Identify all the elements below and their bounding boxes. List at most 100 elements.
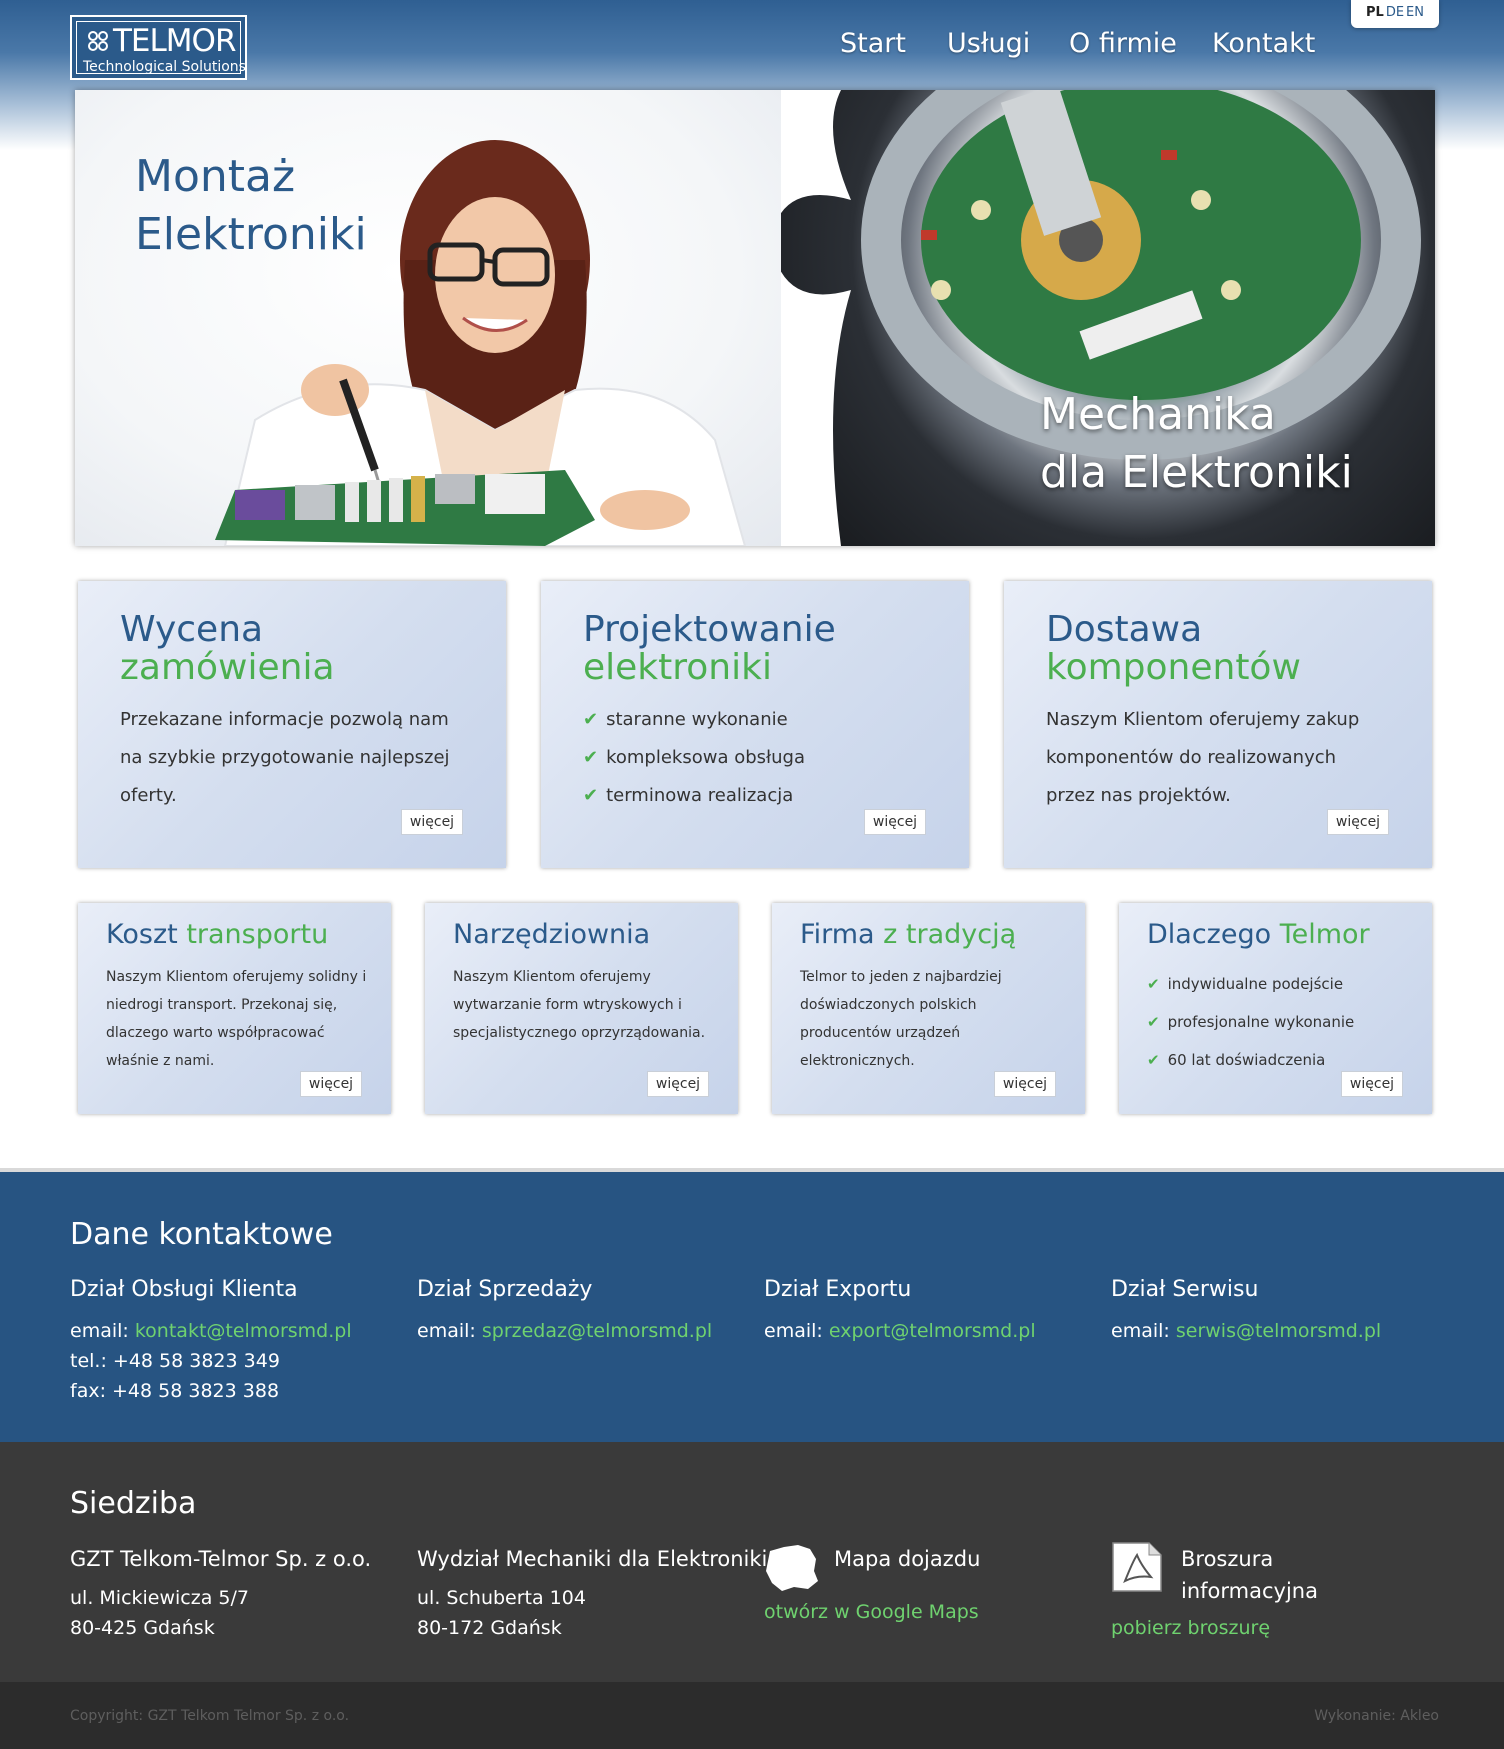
address-wydzial: Wydział Mechaniki dla Elektroniki ul. Sc… bbox=[417, 1543, 767, 1643]
check-icon: ✔ bbox=[583, 747, 599, 768]
map-title: Mapa dojazdu bbox=[834, 1547, 981, 1571]
card-title: Koszt bbox=[106, 919, 178, 950]
brochure-download-link[interactable]: pobierz broszurę bbox=[1111, 1617, 1270, 1639]
card-wycena[interactable]: Wycena zamówienia Przekazane informacje … bbox=[78, 581, 506, 868]
more-button[interactable]: więcej bbox=[300, 1071, 362, 1097]
check-icon: ✔ bbox=[1147, 975, 1160, 993]
phone-number: tel.: +48 58 3823 349 bbox=[70, 1350, 280, 1372]
email-link[interactable]: serwis@telmorsmd.pl bbox=[1176, 1320, 1381, 1342]
contact-heading: Dział Exportu bbox=[764, 1277, 912, 1302]
address-hq: GZT Telkom-Telmor Sp. z o.o. ul. Mickiew… bbox=[70, 1543, 371, 1643]
card-dostawa[interactable]: Dostawa komponentów Naszym Klientom ofer… bbox=[1004, 581, 1432, 868]
list-item: ✔ terminowa realizacja bbox=[583, 785, 794, 806]
logo-mark-icon bbox=[88, 31, 108, 51]
address-city: 80-425 Gdańsk bbox=[70, 1617, 215, 1639]
hero-title-left: Montaż Elektroniki bbox=[135, 148, 367, 264]
card-subtitle: transportu bbox=[186, 919, 329, 950]
card-title: Firma bbox=[800, 919, 875, 950]
hero-title-left-line1: Montaż bbox=[135, 151, 296, 202]
check-icon: ✔ bbox=[583, 785, 599, 806]
site-footer: Copyright: GZT Telkom Telmor Sp. z o.o. … bbox=[0, 1682, 1504, 1749]
hero-title-left-line2: Elektroniki bbox=[135, 209, 367, 260]
card-tradycja[interactable]: Firma z tradycją Telmor to jeden z najba… bbox=[772, 903, 1085, 1114]
brochure-title-line1: Broszura bbox=[1181, 1547, 1274, 1571]
card-title: Narzędziownia bbox=[453, 919, 651, 950]
more-button[interactable]: więcej bbox=[864, 809, 926, 835]
card-title: Projektowanie bbox=[583, 609, 836, 650]
headquarters-title: Siedziba bbox=[70, 1486, 197, 1521]
check-icon: ✔ bbox=[1147, 1013, 1160, 1031]
list-item: ✔ profesjonalne wykonanie bbox=[1147, 1013, 1355, 1031]
card-narzedziownia[interactable]: Narzędziownia Naszym Klientom oferujemy … bbox=[425, 903, 738, 1114]
lang-de[interactable]: DE bbox=[1386, 5, 1404, 20]
contact-section: Dane kontaktowe Dział Obsługi Klienta em… bbox=[0, 1168, 1504, 1442]
lang-pl[interactable]: PL bbox=[1366, 5, 1384, 20]
card-text: Naszym Klientom oferujemy wytwarzanie fo… bbox=[453, 969, 706, 1041]
card-projektowanie[interactable]: Projektowanie elektroniki ✔ staranne wyko… bbox=[541, 581, 969, 868]
poland-map-icon[interactable] bbox=[764, 1543, 820, 1593]
card-text: Naszym Klientom oferujemy zakup komponen… bbox=[1046, 709, 1360, 806]
language-switcher: PL DE EN bbox=[1351, 0, 1439, 28]
address-street: ul. Mickiewicza 5/7 bbox=[70, 1587, 249, 1609]
list-item: ✔ kompleksowa obsługa bbox=[583, 747, 806, 768]
made-by-link[interactable]: Wykonanie: Akleo bbox=[1314, 1708, 1439, 1724]
card-transport[interactable]: Koszt transportu Naszym Klientom oferuje… bbox=[78, 903, 391, 1114]
email-link[interactable]: kontakt@telmorsmd.pl bbox=[135, 1320, 352, 1342]
logo-name: TELMOR bbox=[113, 23, 236, 59]
card-text: Telmor to jeden z najbardziej doświadczo… bbox=[800, 969, 1002, 1069]
headquarters-section: Siedziba GZT Telkom-Telmor Sp. z o.o. ul… bbox=[0, 1442, 1504, 1682]
check-icon: ✔ bbox=[583, 709, 599, 730]
address-name: GZT Telkom-Telmor Sp. z o.o. bbox=[70, 1547, 372, 1571]
card-text: Naszym Klientom oferujemy solidny i nied… bbox=[106, 969, 367, 1069]
address-street: ul. Schuberta 104 bbox=[417, 1587, 586, 1609]
email-link[interactable]: export@telmorsmd.pl bbox=[829, 1320, 1036, 1342]
hero-title-right-line1: Mechanika bbox=[1040, 389, 1276, 440]
card-title: Wycena bbox=[120, 609, 264, 650]
contact-col-serwis: Dział Serwisu email: serwis@telmorsmd.pl bbox=[1111, 1277, 1441, 1346]
nav-uslugi[interactable]: Usługi bbox=[947, 26, 1030, 62]
logo-tagline: Technological Solutions bbox=[83, 59, 246, 75]
contact-title: Dane kontaktowe bbox=[70, 1217, 333, 1252]
brochure-title-line2: informacyjna bbox=[1181, 1579, 1318, 1603]
card-subtitle: komponentów bbox=[1046, 647, 1301, 688]
nav-o-firmie[interactable]: O firmie bbox=[1069, 26, 1177, 62]
card-subtitle: elektroniki bbox=[583, 647, 772, 688]
list-item: ✔ indywidualne podejście bbox=[1147, 975, 1344, 993]
contact-col-export: Dział Exportu email: export@telmorsmd.pl bbox=[764, 1277, 1094, 1346]
card-checklist: ✔ staranne wykonanie ✔ kompleksowa obsługa… bbox=[583, 701, 805, 815]
hero-title-right: Mechanika dla Elektroniki bbox=[1040, 386, 1353, 502]
hero-title-right-line2: dla Elektroniki bbox=[1040, 447, 1353, 498]
more-button[interactable]: więcej bbox=[647, 1071, 709, 1097]
more-button[interactable]: więcej bbox=[1327, 809, 1389, 835]
contact-heading: Dział Sprzedaży bbox=[417, 1277, 593, 1302]
card-dlaczego[interactable]: Dlaczego Telmor ✔ indywidualne podejście … bbox=[1119, 903, 1432, 1114]
nav-start[interactable]: Start bbox=[840, 26, 906, 62]
card-text: Przekazane informacje pozwolą nam na szy… bbox=[120, 709, 450, 806]
fax-number: fax: +48 58 3823 388 bbox=[70, 1380, 280, 1402]
email-link[interactable]: sprzedaz@telmorsmd.pl bbox=[482, 1320, 712, 1342]
contact-heading: Dział Serwisu bbox=[1111, 1277, 1259, 1302]
card-subtitle: Telmor bbox=[1279, 919, 1370, 950]
nav-kontakt[interactable]: Kontakt bbox=[1212, 26, 1315, 62]
card-subtitle: zamówienia bbox=[120, 647, 335, 688]
google-maps-link[interactable]: otwórz w Google Maps bbox=[764, 1601, 979, 1623]
contact-col-sprzedaz: Dział Sprzedaży email: sprzedaz@telmorsm… bbox=[417, 1277, 747, 1346]
contact-heading: Dział Obsługi Klienta bbox=[70, 1277, 298, 1302]
list-item: ✔ 60 lat doświadczenia bbox=[1147, 1051, 1326, 1069]
more-button[interactable]: więcej bbox=[994, 1071, 1056, 1097]
card-title: Dostawa bbox=[1046, 609, 1203, 650]
telmor-logo[interactable]: TELMOR Technological Solutions bbox=[70, 15, 247, 80]
check-icon: ✔ bbox=[1147, 1051, 1160, 1069]
pdf-icon[interactable] bbox=[1111, 1541, 1163, 1593]
card-subtitle: z tradycją bbox=[883, 919, 1017, 950]
address-city: 80-172 Gdańsk bbox=[417, 1617, 562, 1639]
more-button[interactable]: więcej bbox=[1341, 1071, 1403, 1097]
address-name: Wydział Mechaniki dla Elektroniki bbox=[417, 1547, 768, 1571]
card-title: Dlaczego bbox=[1147, 919, 1272, 950]
card-checklist: ✔ indywidualne podejście ✔ profesjonalne w… bbox=[1147, 965, 1354, 1079]
copyright-text: Copyright: GZT Telkom Telmor Sp. z o.o. bbox=[70, 1708, 350, 1724]
list-item: ✔ staranne wykonanie bbox=[583, 709, 788, 730]
lang-en[interactable]: EN bbox=[1406, 5, 1424, 20]
contact-col-obsluga: Dział Obsługi Klienta email: kontakt@tel… bbox=[70, 1277, 400, 1406]
more-button[interactable]: więcej bbox=[401, 809, 463, 835]
